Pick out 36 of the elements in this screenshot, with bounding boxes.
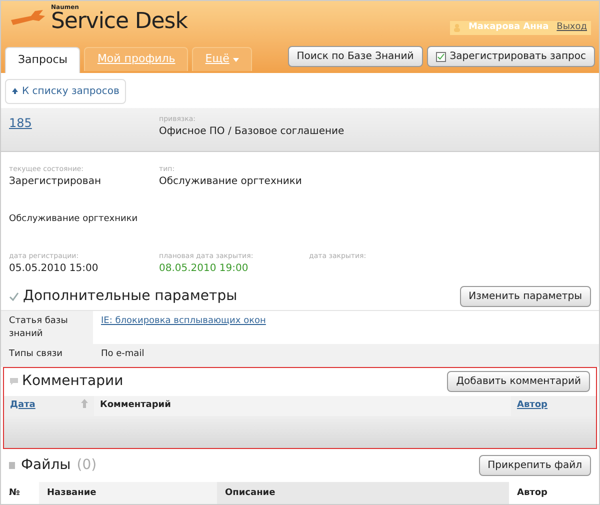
- brand-title: Service Desk: [51, 11, 188, 33]
- column-header: Автор: [516, 486, 549, 500]
- article-link[interactable]: IE: блокировка всплывающих окон: [93, 310, 274, 344]
- request-number-link[interactable]: 185: [9, 114, 159, 150]
- user-icon: [454, 24, 460, 32]
- column-header-link[interactable]: Дата: [10, 398, 36, 412]
- user-name: Макарова Анна: [468, 21, 549, 34]
- add-comment-button[interactable]: Добавить комментарий: [447, 371, 590, 392]
- column-header: Описание: [217, 482, 509, 504]
- date-value: 05.05.2010 15:00: [9, 262, 100, 276]
- document-icon: [9, 462, 15, 468]
- register-request-button[interactable]: Зарегистрировать запрос: [426, 46, 595, 67]
- column-header: Название: [39, 482, 217, 504]
- field-value: Офисное ПО / Базовое соглашение: [159, 125, 344, 139]
- field-value: Обслуживание оргтехники: [159, 175, 302, 189]
- column-header: №: [8, 486, 21, 500]
- file-count: (0): [76, 456, 97, 474]
- speech-bubble-icon: [10, 378, 18, 385]
- attach-file-button[interactable]: Прикрепить файл: [478, 454, 591, 476]
- section-title: Файлы: [21, 456, 71, 474]
- field-value: Зарегистрирован: [9, 175, 102, 189]
- column-header-link[interactable]: Автор: [517, 400, 548, 410]
- up-arrow-icon: [12, 88, 18, 94]
- tab[interactable]: Запросы: [5, 47, 80, 73]
- knowledge-search-button[interactable]: Поиск по Базе Знаний: [288, 46, 423, 67]
- date-value: 08.05.2010 19:00: [159, 262, 250, 276]
- table-cell: Статья базы знаний: [1, 310, 93, 344]
- edit-parameters-button[interactable]: Изменить параметры: [460, 286, 591, 307]
- section-title: Дополнительные параметры: [23, 287, 238, 306]
- check-icon: [9, 292, 19, 301]
- back-link[interactable]: К списку запросов: [5, 78, 126, 104]
- logout-link[interactable]: Выход: [556, 21, 587, 34]
- section-title: Комментарии: [22, 372, 124, 391]
- table-cell-text: По e-mail: [100, 348, 146, 360]
- description-text: Обслуживание оргтехники: [9, 213, 139, 226]
- column-header: Комментарий: [94, 396, 511, 416]
